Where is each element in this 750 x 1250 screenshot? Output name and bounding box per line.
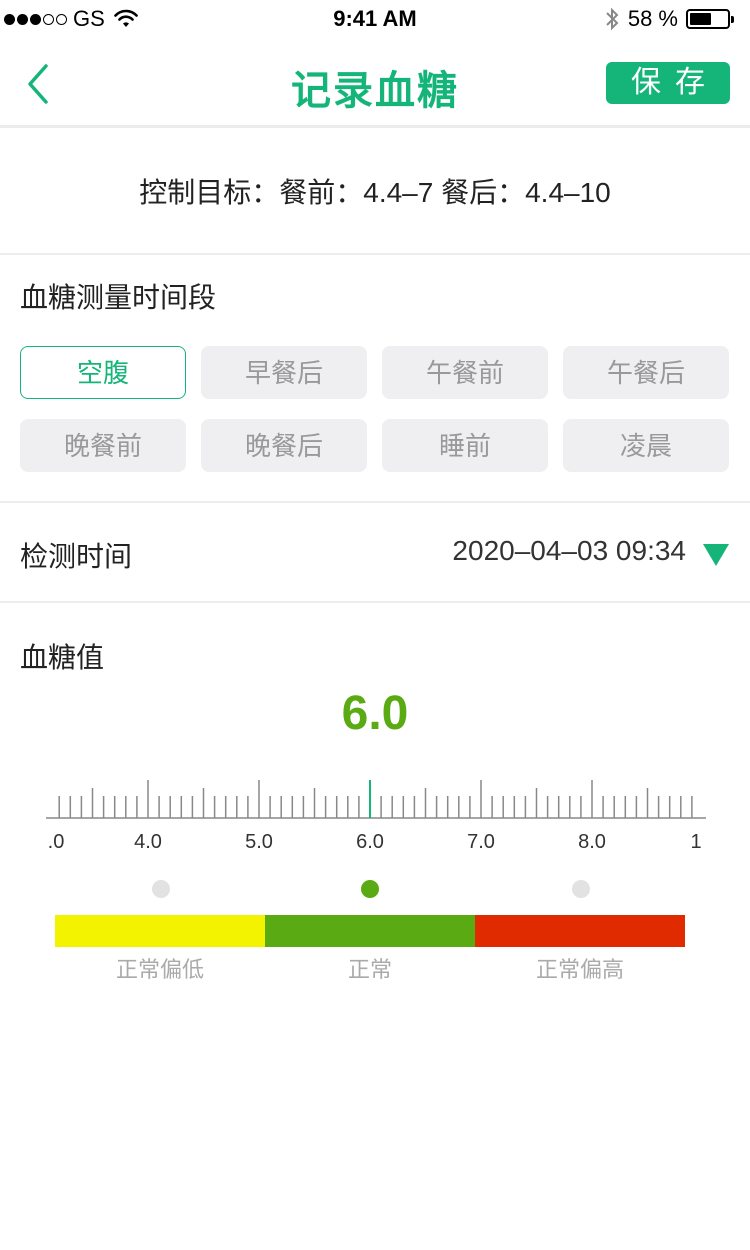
range-label: 正常 xyxy=(347,957,392,982)
period-option[interactable]: 晚餐前 xyxy=(20,419,186,472)
period-option[interactable]: 午餐前 xyxy=(382,346,548,399)
range-label: 正常偏低 xyxy=(115,957,204,982)
glucose-section-title: 血糖值 xyxy=(20,642,105,673)
status-right: 58 % xyxy=(604,6,734,32)
detect-time-value[interactable]: 2020–04–03 09:34 xyxy=(452,535,686,567)
period-section-title: 血糖测量时间段 xyxy=(20,282,217,313)
period-option[interactable]: 午餐后 xyxy=(563,346,729,399)
period-option[interactable]: 早餐后 xyxy=(201,346,367,399)
nav-bar: 记录血糖 保存 xyxy=(0,40,750,128)
range-dot xyxy=(361,880,379,898)
ruler-label: 8.0 xyxy=(578,831,606,853)
ruler-label: 6.0 xyxy=(356,831,384,853)
battery-fill xyxy=(690,13,711,25)
range-dot xyxy=(572,880,590,898)
range-dot xyxy=(152,880,170,898)
bluetooth-icon xyxy=(606,7,619,31)
range-labels: 正常偏低 正常 正常偏高 xyxy=(55,952,685,984)
divider xyxy=(0,601,750,603)
battery-icon xyxy=(686,9,734,29)
control-target: 控制目标：餐前：4.4–7 餐后：4.4–10 xyxy=(0,131,750,255)
ruler-label: 7.0 xyxy=(467,831,495,853)
detect-time-row[interactable]: 检测时间 2020–04–03 09:34 xyxy=(0,503,750,601)
save-button[interactable]: 保存 xyxy=(606,62,730,104)
glucose-ruler-slider[interactable]: .0 4.0 5.0 6.0 7.0 8.0 1 xyxy=(46,776,706,866)
range-label: 正常偏高 xyxy=(535,957,624,982)
range-segment-low xyxy=(55,915,265,947)
ruler-label: 1 xyxy=(690,831,701,853)
detect-time-label: 检测时间 xyxy=(20,541,133,572)
ruler-label: .0 xyxy=(48,831,65,853)
period-option[interactable]: 空腹 xyxy=(20,346,186,399)
ruler-label: 5.0 xyxy=(245,831,273,853)
period-option[interactable]: 凌晨 xyxy=(563,419,729,472)
status-bar: GS 9:41 AM 58 % xyxy=(0,0,750,40)
ruler-label: 4.0 xyxy=(134,831,162,853)
range-indicator-dots xyxy=(0,880,750,900)
triangle-down-icon[interactable] xyxy=(702,543,730,567)
period-option[interactable]: 晚餐后 xyxy=(201,419,367,472)
period-options: 空腹 早餐后 午餐前 午餐后晚餐前 晚餐后 睡前 凌晨 xyxy=(20,346,730,472)
range-segment-normal xyxy=(265,915,475,947)
range-segment-high xyxy=(475,915,685,947)
range-color-bar xyxy=(55,915,685,947)
period-option[interactable]: 睡前 xyxy=(382,419,548,472)
battery-percent: 58 % xyxy=(627,6,678,31)
glucose-value: 6.0 xyxy=(341,687,409,740)
